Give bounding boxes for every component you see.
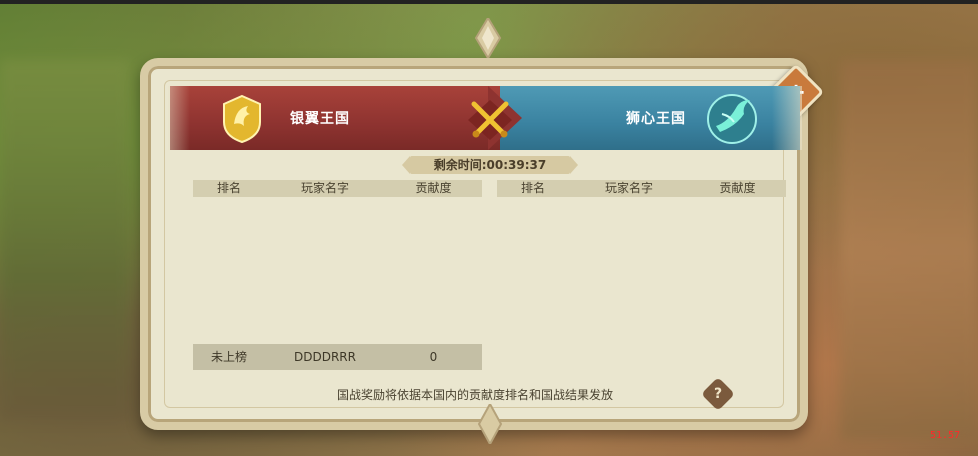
question-icon: ? — [713, 386, 723, 402]
header-player-name: 玩家名字 — [300, 181, 349, 195]
top-bar — [0, 0, 978, 4]
lionheart-bird-emblem-icon — [707, 94, 757, 144]
ranking-table-header-left: 排名 玩家名字 贡献度 — [193, 180, 482, 197]
ornament-bottom-icon — [478, 404, 502, 444]
background-scenery-left — [0, 60, 130, 420]
my-contribution: 0 — [429, 350, 438, 364]
remaining-time-label: 剩余时间:00:39:37 — [402, 156, 578, 174]
my-player-name: DDDDRRR — [294, 350, 356, 364]
header-player-name: 玩家名字 — [604, 181, 653, 195]
kingdom-name-right: 狮心王国 — [626, 111, 686, 127]
header-rank: 排名 — [520, 181, 545, 195]
header-rank: 排名 — [216, 181, 241, 195]
kingdom-name-left: 银翼王国 — [290, 111, 350, 127]
fps-counter: 51.57 — [930, 430, 961, 441]
my-rank-row: 未上榜 DDDDRRR 0 — [193, 344, 482, 370]
header-contribution: 贡献度 — [719, 181, 756, 195]
my-rank: 未上榜 — [210, 350, 247, 364]
ornament-top-icon — [474, 18, 502, 58]
background-scenery-right — [840, 60, 978, 440]
reward-info-text: 国战奖励将依据本国内的贡献度排名和国战结果发放 — [336, 388, 613, 402]
header-contribution: 贡献度 — [415, 181, 452, 195]
silver-wing-emblem-icon — [223, 94, 261, 144]
ranking-table-header-right: 排名 玩家名字 贡献度 — [497, 180, 786, 197]
help-button[interactable]: ? — [701, 377, 735, 411]
crossed-swords-icon — [468, 100, 512, 140]
